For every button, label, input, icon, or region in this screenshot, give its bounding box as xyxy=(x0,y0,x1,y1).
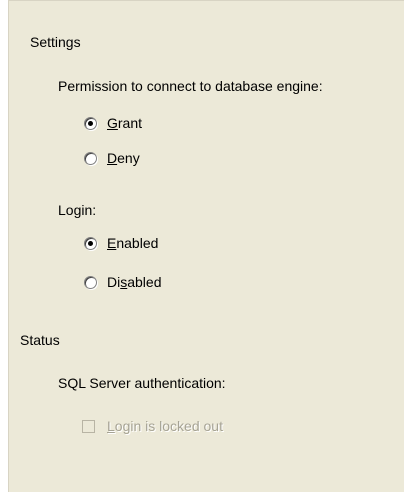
login-locked-out-box[interactable] xyxy=(82,419,95,433)
deny-radio[interactable]: Deny xyxy=(84,149,140,167)
login-label: Login: xyxy=(58,202,97,218)
grant-radio[interactable]: Grant xyxy=(84,114,142,132)
enabled-radio-button[interactable] xyxy=(84,236,97,250)
permission-label: Permission to connect to database engine… xyxy=(58,78,323,94)
sql-auth-label: SQL Server authentication: xyxy=(58,375,226,391)
enabled-radio-label[interactable]: Enabled xyxy=(107,235,158,251)
login-locked-out-label[interactable]: Login is locked out xyxy=(107,418,223,434)
deny-radio-label[interactable]: Deny xyxy=(107,150,140,166)
grant-radio-label[interactable]: Grant xyxy=(107,115,142,131)
status-heading: Status xyxy=(20,332,60,348)
settings-heading: Settings xyxy=(30,34,81,50)
settings-panel: Settings Permission to connect to databa… xyxy=(8,0,404,492)
disabled-radio[interactable]: Disabled xyxy=(84,273,162,291)
enabled-radio[interactable]: Enabled xyxy=(84,234,158,252)
deny-radio-button[interactable] xyxy=(84,151,97,165)
login-locked-out-checkbox[interactable]: Login is locked out xyxy=(82,417,223,435)
disabled-radio-button[interactable] xyxy=(84,275,97,289)
disabled-radio-label[interactable]: Disabled xyxy=(107,274,162,290)
grant-radio-button[interactable] xyxy=(84,116,97,130)
